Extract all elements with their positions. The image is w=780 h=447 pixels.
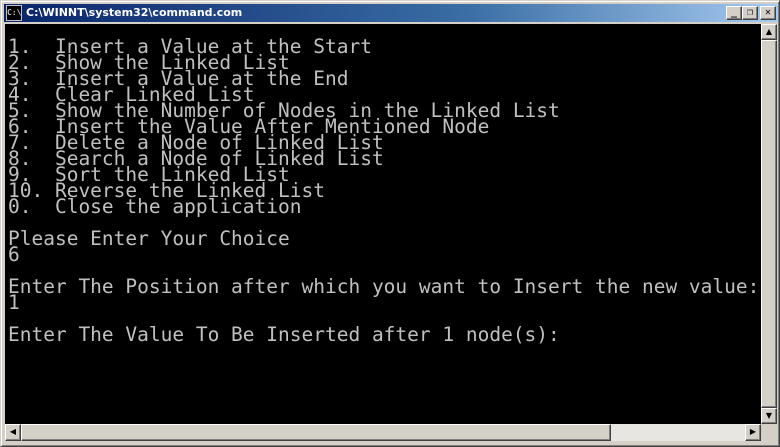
console-text: 1. Insert a Value at the Start 2. Show th… [8,37,760,346]
console-line: Enter The Position after which you want … [8,275,760,298]
console-window: C:\ C:\WINNT\system32\command.com _ ❐ ✕ … [0,0,780,447]
vertical-scroll-thumb[interactable] [761,40,777,408]
console-line: Please Enter Your Choice [8,227,290,250]
window-title: C:\WINNT\system32\command.com [26,6,243,19]
console-line: Enter The Value To Be Inserted after 1 n… [8,323,560,346]
scroll-right-button[interactable]: ▶ [745,424,761,441]
scroll-down-button[interactable]: ▼ [761,408,777,424]
horizontal-scroll-thumb[interactable] [21,424,611,441]
minimize-button[interactable]: _ [726,6,742,20]
scroll-left-button[interactable]: ◀ [5,424,21,441]
horizontal-scrollbar[interactable]: ◀ ▶ [5,424,761,441]
close-button[interactable]: ✕ [760,6,776,20]
console-output[interactable]: 1. Insert a Value at the Start 2. Show th… [5,24,761,424]
command-prompt-icon[interactable]: C:\ [6,5,22,21]
console-line: 0. Close the application [8,195,302,218]
title-bar[interactable]: C:\ C:\WINNT\system32\command.com _ ❐ ✕ [4,4,778,22]
restore-button[interactable]: ❐ [742,6,758,20]
scrollbar-corner [761,424,777,441]
vertical-scrollbar[interactable]: ▲ ▼ [761,24,777,424]
scroll-up-button[interactable]: ▲ [761,24,777,40]
